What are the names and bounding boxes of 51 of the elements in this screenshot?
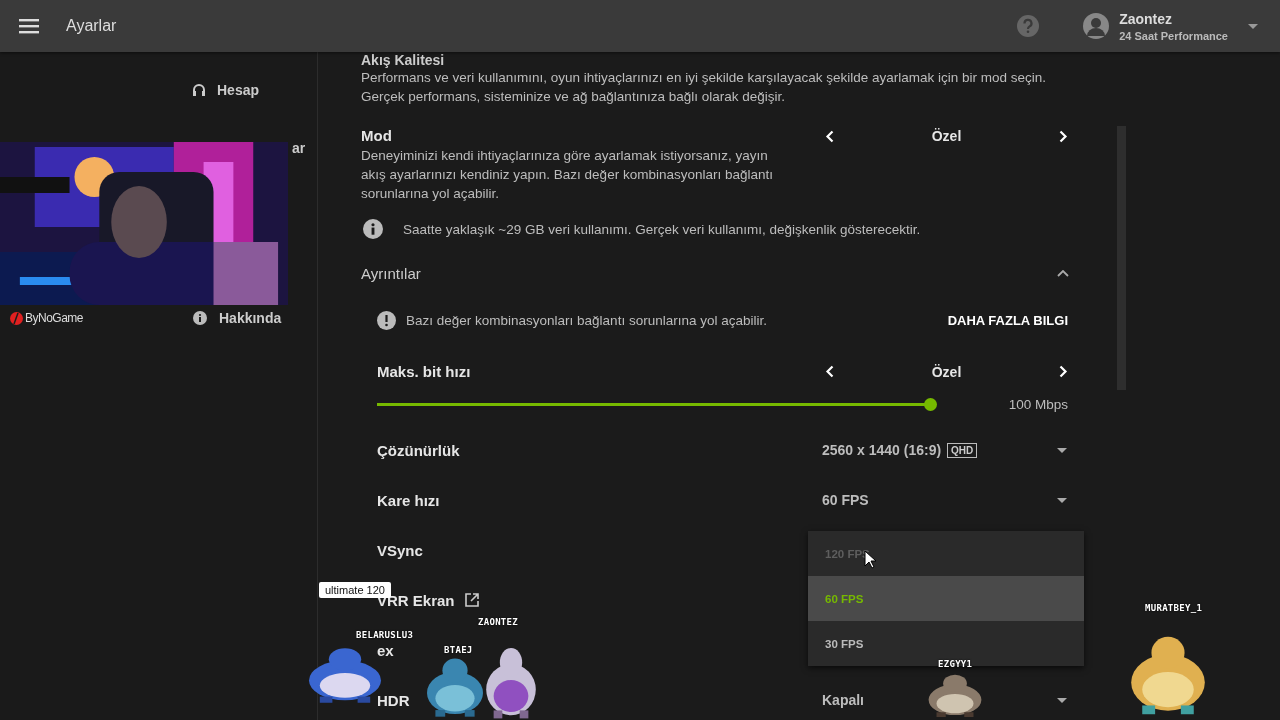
dropdown-caret-icon[interactable] xyxy=(1057,497,1067,503)
setting-label: Mod xyxy=(361,127,393,144)
menu-icon[interactable] xyxy=(19,18,39,34)
warning-icon xyxy=(377,311,396,330)
headset-icon xyxy=(193,84,205,96)
sidebar-item[interactable]: Hesap xyxy=(217,82,260,98)
resolution-tag: QHD xyxy=(947,442,978,458)
user-name[interactable]: Zaontez xyxy=(1119,10,1228,27)
sidebar-item[interactable]: Hakkında xyxy=(219,310,282,326)
page-title: Ayarlar xyxy=(66,17,117,35)
dropdown-option[interactable]: 60 FPS xyxy=(808,576,1084,621)
dropdown-value[interactable]: 2560 x 1440 (16:9) xyxy=(822,440,942,460)
bitrate-reading: 100 Mbps xyxy=(1008,395,1068,414)
sidebar-item[interactable]: ar xyxy=(292,140,306,156)
mode-value: Özel xyxy=(931,128,962,144)
logo-icon xyxy=(10,311,23,325)
section-title: Akış Kalitesi xyxy=(361,52,446,68)
previous-icon[interactable] xyxy=(825,129,834,143)
info-icon xyxy=(363,219,383,239)
viewer-name: MURATBEY_1 xyxy=(1145,603,1203,613)
setting-label: Çözünürlük xyxy=(377,441,460,459)
dropdown-value[interactable]: Kapalı xyxy=(822,690,864,710)
setting-label: Kare hızı xyxy=(377,491,440,509)
viewer-name: EZGYY1 xyxy=(938,659,973,669)
slider-thumb[interactable] xyxy=(924,397,937,411)
dropdown-value[interactable]: 60 FPS xyxy=(822,490,869,510)
warning-text: Bazı değer kombinasyonları bağlantı sorunlarına yol açabilir. xyxy=(406,312,767,330)
avatar-icon[interactable] xyxy=(1083,13,1110,39)
caret-icon[interactable] xyxy=(1248,23,1258,29)
data-usage-note: Saatte yaklaşık ~29 GB veri kullanımı. Gerçek veri kullanımı, değişkenlik gösterecektir. xyxy=(403,220,921,239)
section-toggle[interactable]: Ayrıntılar xyxy=(361,265,421,282)
external-link-icon[interactable] xyxy=(464,593,479,607)
setting-description: Deneyiminizi kendi ihtiyaçlarınıza göre ayarlamak istiyorsanız, yayın akış ayarlarınızı kendiniz yapın. Bazı değer kombinasyonları bağlantı sorunlarına yol açabilir. xyxy=(361,147,774,203)
more-info-link[interactable]: DAHA FAZLA BILGI xyxy=(947,313,1068,328)
next-icon[interactable] xyxy=(1059,365,1068,378)
setting-label: VSync xyxy=(377,541,423,559)
setting-label: HDR xyxy=(377,691,410,709)
chevron-icon[interactable] xyxy=(1057,270,1069,277)
setting-label: ex xyxy=(377,641,394,659)
viewer-name: BELARUSLU3 xyxy=(356,630,414,640)
viewer-name: BTAEJ xyxy=(444,645,473,655)
next-icon[interactable] xyxy=(1059,129,1068,143)
previous-icon[interactable] xyxy=(825,365,834,378)
section-description: Performans ve veri kullanımını, oyun ihtiyaçlarınızı en iyi şekilde karşılayacak şekilde ayarlamak için bir mod seçin. Gerçek performans, sisteminize ve ağ bağlantınıza bağlı olarak değişir. xyxy=(361,69,1048,106)
user-plan: 24 Saat Performance xyxy=(1119,29,1228,42)
viewer-name: ZAONTEZ xyxy=(478,617,519,627)
setting-label: Maks. bit hızı xyxy=(377,363,471,380)
mode-value: Özel xyxy=(931,363,962,380)
dropdown-caret-icon[interactable] xyxy=(1057,447,1067,453)
dropdown-caret-icon[interactable] xyxy=(1057,697,1067,703)
brand-logo-text: ByNoGame xyxy=(25,311,84,325)
